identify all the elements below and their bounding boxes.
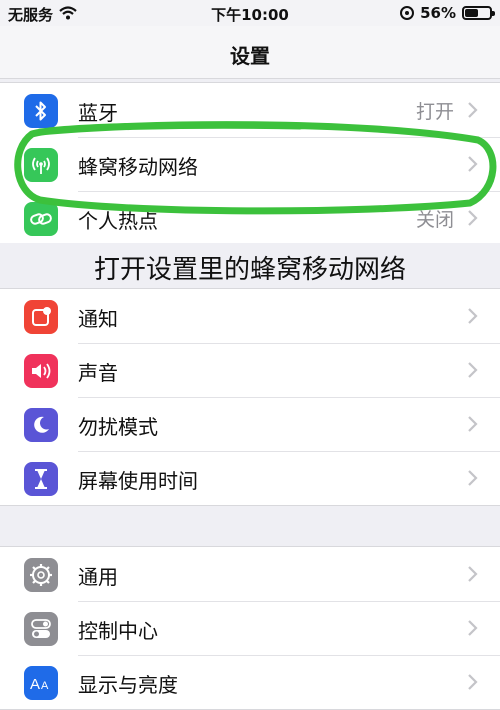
- settings-row-label: 通用: [78, 565, 118, 589]
- settings-row-label: 通知: [78, 307, 118, 331]
- chevron-right-icon: [468, 210, 478, 226]
- chevron-right-icon: [468, 156, 478, 172]
- settings-row-label: 个人热点: [78, 209, 158, 233]
- chevron-right-icon: [468, 620, 478, 636]
- settings-group-connectivity: 蓝牙 打开 蜂窝移动网络 个人热点 关闭: [0, 82, 500, 246]
- chevron-right-icon: [468, 566, 478, 582]
- status-right: 56%: [400, 4, 495, 22]
- battery-icon: [462, 6, 495, 20]
- settings-row-cellular[interactable]: 蜂窝移动网络: [0, 137, 500, 191]
- chevron-right-icon: [468, 416, 478, 432]
- settings-row-label: 显示与亮度: [78, 673, 178, 697]
- settings-row-screen-time[interactable]: 屏幕使用时间: [0, 451, 500, 505]
- settings-row-label: 控制中心: [78, 619, 158, 643]
- bluetooth-icon: [24, 94, 58, 128]
- svg-text:A: A: [41, 680, 49, 692]
- settings-row-value: 打开: [415, 101, 454, 123]
- text-size-icon: A A: [24, 666, 58, 700]
- settings-row-do-not-disturb[interactable]: 勿扰模式: [0, 397, 500, 451]
- instruction-caption-text: 打开设置里的蜂窝移动网络: [93, 255, 406, 285]
- settings-row-sounds[interactable]: 声音: [0, 343, 500, 397]
- chevron-right-icon: [468, 102, 478, 118]
- status-bar: 无服务 下午10:00 56%: [0, 0, 500, 26]
- settings-row-control-center[interactable]: 控制中心: [0, 601, 500, 655]
- settings-row-value: 关闭: [415, 209, 454, 231]
- instruction-caption: 打开设置里的蜂窝移动网络: [0, 243, 500, 289]
- page-title: 设置: [230, 44, 270, 68]
- settings-row-label: 屏幕使用时间: [78, 469, 198, 493]
- moon-icon: [24, 408, 58, 442]
- chevron-right-icon: [468, 470, 478, 486]
- battery-level-fill: [465, 9, 478, 17]
- orientation-lock-icon: [400, 6, 415, 20]
- chevron-right-icon: [468, 674, 478, 690]
- settings-row-label: 蓝牙: [78, 101, 118, 125]
- chevron-right-icon: [468, 308, 478, 324]
- settings-group-system: 通用 控制中心 A A 显示与亮度: [0, 546, 500, 710]
- notification-icon: [24, 300, 58, 334]
- gear-icon: [24, 558, 58, 592]
- svg-text:A: A: [30, 676, 40, 693]
- settings-row-general[interactable]: 通用: [0, 547, 500, 601]
- hotspot-chain-icon: [24, 202, 58, 236]
- hourglass-icon: [24, 462, 58, 496]
- settings-group-notifications: 通知 声音 勿扰模式 屏幕使用时间: [0, 288, 500, 506]
- battery-percent: 56%: [420, 4, 456, 22]
- settings-row-label: 勿扰模式: [78, 415, 158, 439]
- chevron-right-icon: [468, 362, 478, 378]
- toggles-icon: [24, 612, 58, 646]
- settings-row-bluetooth[interactable]: 蓝牙 打开: [0, 83, 500, 137]
- cellular-antenna-icon: [24, 148, 58, 182]
- settings-row-personal-hotspot[interactable]: 个人热点 关闭: [0, 191, 500, 245]
- settings-row-label: 声音: [78, 361, 118, 385]
- navigation-bar: 设置: [0, 26, 500, 79]
- settings-row-notifications[interactable]: 通知: [0, 289, 500, 343]
- settings-row-display-brightness[interactable]: A A 显示与亮度: [0, 655, 500, 709]
- settings-row-label: 蜂窝移动网络: [78, 155, 198, 179]
- speaker-icon: [24, 354, 58, 388]
